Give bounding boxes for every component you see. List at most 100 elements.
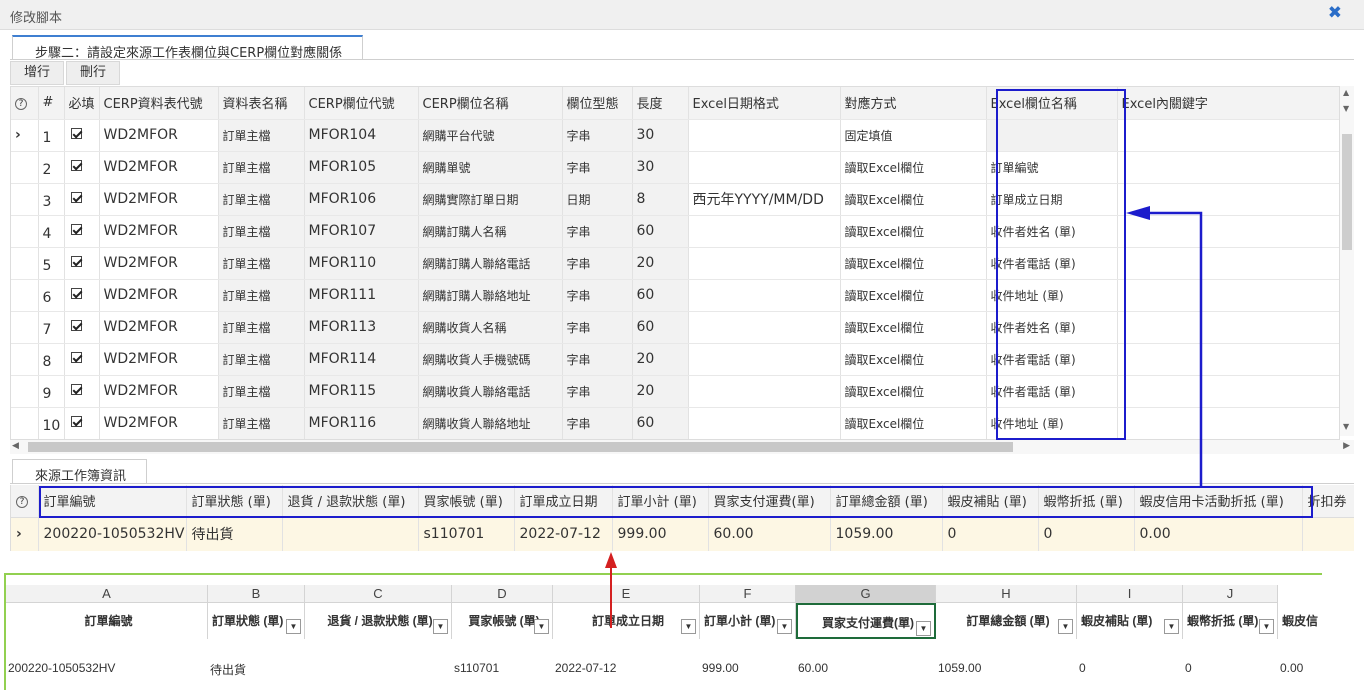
delete-row-button[interactable]: 刪行: [66, 61, 121, 85]
cell-mapping-method[interactable]: 讀取Excel欄位: [840, 247, 987, 280]
scroll-up-icon[interactable]: ▲: [1343, 88, 1349, 97]
source-cell[interactable]: 待出貨: [186, 517, 283, 551]
cell-length[interactable]: 60: [632, 279, 689, 312]
cell-length[interactable]: 60: [632, 311, 689, 344]
required-checkbox[interactable]: [64, 343, 100, 376]
cell-excel-keyword[interactable]: [1117, 119, 1339, 152]
source-cell[interactable]: 1059.00: [830, 517, 943, 551]
cell-length[interactable]: 20: [632, 375, 689, 408]
cell-mapping-method[interactable]: 讀取Excel欄位: [840, 343, 987, 376]
excel-header-cell[interactable]: 訂單成立日期 ▼: [553, 603, 700, 639]
source-cell[interactable]: 0: [942, 517, 1039, 551]
cell-field-code[interactable]: MFOR104: [304, 119, 419, 152]
excel-column-letter[interactable]: D: [452, 585, 553, 603]
cell-date-format[interactable]: [688, 151, 841, 184]
excel-data-cell[interactable]: 60.00: [798, 661, 828, 675]
excel-header-cell[interactable]: 蝦幣折抵 (單) ▼: [1183, 603, 1278, 639]
row-number[interactable]: 3: [38, 183, 65, 216]
cell-field-type[interactable]: 字串: [562, 119, 633, 152]
cell-excel-field[interactable]: 收件地址 (單): [986, 279, 1118, 312]
cell-date-format[interactable]: [688, 215, 841, 248]
cell-mapping-method[interactable]: 固定填值: [840, 119, 987, 152]
excel-column-letter[interactable]: C: [305, 585, 452, 603]
mapping-vertical-scrollbar[interactable]: ▲ ▼ ▼: [1340, 86, 1354, 436]
cell-field-type[interactable]: 字串: [562, 407, 633, 439]
cell-mapping-method[interactable]: 讀取Excel欄位: [840, 407, 987, 439]
source-cell[interactable]: 0.00: [1134, 517, 1303, 551]
cell-length[interactable]: 30: [632, 151, 689, 184]
mapping-row[interactable]: 3 WD2MFOR 訂單主檔 MFOR106 網購實際訂單日期 日期 8 西元年YYYY/MM…: [11, 183, 1339, 216]
scroll-down-icon[interactable]: ▼: [1343, 422, 1349, 431]
required-checkbox[interactable]: [64, 375, 100, 408]
cell-table-name[interactable]: 訂單主檔: [218, 247, 305, 280]
checkbox-checked-icon[interactable]: [70, 127, 82, 139]
cell-table-code[interactable]: WD2MFOR: [99, 119, 219, 152]
cell-field-code[interactable]: MFOR116: [304, 407, 419, 439]
cell-excel-keyword[interactable]: [1117, 311, 1339, 344]
cell-field-name[interactable]: 網購單號: [418, 151, 563, 184]
cell-mapping-method[interactable]: 讀取Excel欄位: [840, 279, 987, 312]
excel-data-cell[interactable]: 0: [1185, 661, 1192, 675]
checkbox-checked-icon[interactable]: [70, 191, 82, 203]
scroll-down-small-icon[interactable]: ▼: [1343, 104, 1349, 113]
cell-table-name[interactable]: 訂單主檔: [218, 215, 305, 248]
cell-table-code[interactable]: WD2MFOR: [99, 151, 219, 184]
row-number[interactable]: 4: [38, 215, 65, 248]
cell-table-code[interactable]: WD2MFOR: [99, 375, 219, 408]
source-cell[interactable]: 0: [1038, 517, 1135, 551]
cell-mapping-method[interactable]: 讀取Excel欄位: [840, 183, 987, 216]
excel-header-cell[interactable]: 蝦皮信: [1278, 603, 1322, 639]
cell-field-type[interactable]: 字串: [562, 215, 633, 248]
excel-header-cell[interactable]: 買家支付運費(單) ▼: [796, 603, 936, 639]
cell-excel-field[interactable]: 收件地址 (單): [986, 407, 1118, 439]
cell-excel-field[interactable]: 收件者姓名 (單): [986, 215, 1118, 248]
excel-data-cell[interactable]: 200220-1050532HV: [8, 661, 115, 675]
cell-field-code[interactable]: MFOR106: [304, 183, 419, 216]
checkbox-checked-icon[interactable]: [70, 287, 82, 299]
excel-header-cell[interactable]: 買家帳號 (單) ▼: [452, 603, 553, 639]
checkbox-checked-icon[interactable]: [70, 351, 82, 363]
source-cell[interactable]: 60.00: [708, 517, 831, 551]
required-checkbox[interactable]: [64, 407, 100, 439]
cell-table-code[interactable]: WD2MFOR: [99, 343, 219, 376]
cell-field-type[interactable]: 字串: [562, 343, 633, 376]
cell-length[interactable]: 60: [632, 215, 689, 248]
cell-date-format[interactable]: [688, 407, 841, 439]
scroll-thumb[interactable]: [1342, 134, 1352, 250]
cell-excel-keyword[interactable]: [1117, 215, 1339, 248]
cell-field-name[interactable]: 網購訂購人聯絡電話: [418, 247, 563, 280]
cell-excel-field[interactable]: 訂單成立日期: [986, 183, 1118, 216]
required-checkbox[interactable]: [64, 151, 100, 184]
checkbox-checked-icon[interactable]: [70, 415, 82, 427]
cell-excel-keyword[interactable]: [1117, 183, 1339, 216]
cell-date-format[interactable]: [688, 375, 841, 408]
cell-date-format[interactable]: [688, 247, 841, 280]
hscroll-thumb[interactable]: [28, 442, 1013, 452]
excel-data-cell[interactable]: 0.00: [1280, 661, 1303, 675]
mapping-row[interactable]: 6 WD2MFOR 訂單主檔 MFOR111 網購訂購人聯絡地址 字串 60 讀取Excel欄…: [11, 279, 1339, 312]
cell-field-name[interactable]: 網購收貨人名稱: [418, 311, 563, 344]
cell-field-name[interactable]: 網購平台代號: [418, 119, 563, 152]
mapping-row[interactable]: 10 WD2MFOR 訂單主檔 MFOR116 網購收貨人聯絡地址 字串 60 讀取Excel…: [11, 407, 1339, 439]
filter-dropdown-icon[interactable]: ▼: [286, 619, 301, 634]
cell-field-type[interactable]: 字串: [562, 279, 633, 312]
cell-mapping-method[interactable]: 讀取Excel欄位: [840, 311, 987, 344]
cell-table-code[interactable]: WD2MFOR: [99, 247, 219, 280]
row-number[interactable]: 2: [38, 151, 65, 184]
cell-field-code[interactable]: MFOR115: [304, 375, 419, 408]
excel-data-cell[interactable]: s110701: [454, 661, 499, 675]
cell-excel-keyword[interactable]: [1117, 343, 1339, 376]
cell-length[interactable]: 20: [632, 343, 689, 376]
cell-excel-keyword[interactable]: [1117, 247, 1339, 280]
cell-excel-keyword[interactable]: [1117, 375, 1339, 408]
cell-field-code[interactable]: MFOR107: [304, 215, 419, 248]
cell-excel-field[interactable]: 收件者電話 (單): [986, 343, 1118, 376]
cell-field-name[interactable]: 網購訂購人名稱: [418, 215, 563, 248]
checkbox-checked-icon[interactable]: [70, 319, 82, 331]
filter-dropdown-icon[interactable]: ▼: [433, 619, 448, 634]
mapping-row[interactable]: 9 WD2MFOR 訂單主檔 MFOR115 網購收貨人聯絡電話 字串 20 讀取Excel欄…: [11, 375, 1339, 408]
excel-column-letter[interactable]: G: [796, 585, 936, 603]
checkbox-checked-icon[interactable]: [70, 255, 82, 267]
cell-field-code[interactable]: MFOR111: [304, 279, 419, 312]
filter-dropdown-icon[interactable]: ▼: [1058, 619, 1073, 634]
